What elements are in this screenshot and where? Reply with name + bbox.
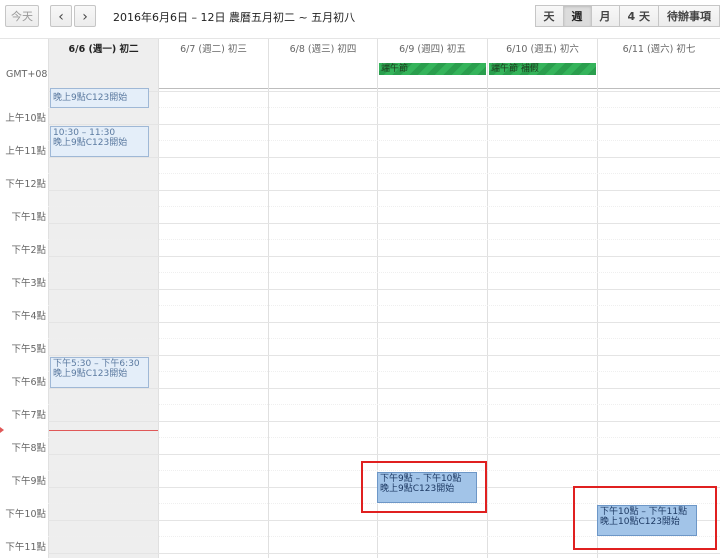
hour-label: 下午2點 [11,245,46,256]
day-header-fri[interactable]: 6/10 (週五) 初六 [487,39,597,61]
event-time: 10:30 – 11:30 [53,128,116,138]
half-hour-line [48,173,720,174]
hour-label: 上午11點 [5,146,46,157]
event-title: 晚上9點C123開始 [53,369,128,379]
half-hour-line [48,239,720,240]
half-hour-line [48,305,720,306]
view-week-button[interactable]: 週 [563,5,592,27]
hour-line [48,190,720,191]
hour-label: 下午12點 [5,179,46,190]
day-header-wed[interactable]: 6/8 (週三) 初四 [268,39,377,61]
view-switcher: 天 週 月 4 天 待辦事項 [534,5,720,27]
event-title: 晚上9點C123開始 [53,93,128,103]
hour-label: 下午8點 [11,443,46,454]
allday-cell-wed[interactable] [268,61,377,89]
hour-line [48,256,720,257]
allday-event-dragon-boat-holiday[interactable]: 端午節 補假 [489,63,596,75]
chevron-left-icon: ‹ [58,9,64,25]
hour-label: 下午1點 [11,212,46,223]
hour-line [48,421,720,422]
highlight-box [573,486,717,550]
event-title: 晚上9點C123開始 [53,138,128,148]
current-time-line [49,430,158,431]
hour-label: 下午5點 [11,344,46,355]
hour-line [48,223,720,224]
half-hour-line [48,272,720,273]
allday-cell-mon[interactable] [48,61,158,89]
day-header-mon[interactable]: 6/6 (週一) 初二 [48,39,158,61]
hour-label: 上午10點 [5,113,46,124]
hour-label: 下午6點 [11,377,46,388]
event-block[interactable]: 晚上9點C123開始 [50,88,149,108]
hour-label: 下午10點 [5,509,46,520]
half-hour-line [48,404,720,405]
hour-line [48,388,720,389]
next-week-button[interactable]: › [74,5,96,27]
date-range-title: 2016年6月6日 – 12日 農曆五月初二 ~ 五月初八 [113,11,356,24]
current-time-marker [0,427,4,433]
hour-line [48,322,720,323]
event-time: 下午5:30 – 下午6:30 [53,359,140,369]
chevron-right-icon: › [82,9,88,25]
timezone-label: GMT+08 [6,69,48,80]
allday-cell-sat[interactable] [597,61,720,89]
hour-label: 下午11點 [5,542,46,553]
hour-line [48,157,720,158]
hour-label: 下午9點 [11,476,46,487]
time-grid: 上午10點 上午11點 下午12點 下午1點 下午2點 下午3點 下午4點 下午… [0,88,720,558]
hour-label: 下午7點 [11,410,46,421]
allday-cell-tue[interactable] [158,61,268,89]
previous-week-button[interactable]: ‹ [50,5,72,27]
hour-label: 下午4點 [11,311,46,322]
hour-line [48,289,720,290]
view-agenda-button[interactable]: 待辦事項 [659,5,720,27]
day-header-thu[interactable]: 6/9 (週四) 初五 [377,39,487,61]
hour-line [48,454,720,455]
half-hour-line [48,338,720,339]
view-4day-button[interactable]: 4 天 [619,5,659,27]
week-header: 6/6 (週一) 初二 6/7 (週二) 初三 6/8 (週三) 初四 6/9 … [0,38,720,89]
event-block[interactable]: 10:30 – 11:30 晚上9點C123開始 [50,126,149,157]
toolbar: 今天 ‹ › 2016年6月6日 – 12日 農曆五月初二 ~ 五月初八 天 週… [0,0,720,34]
hour-line [48,124,720,125]
half-hour-line [48,437,720,438]
hour-line [48,553,720,554]
half-hour-line [48,206,720,207]
event-block[interactable]: 下午5:30 – 下午6:30 晚上9點C123開始 [50,357,149,388]
hour-label: 下午3點 [11,278,46,289]
hour-line [48,355,720,356]
view-day-button[interactable]: 天 [534,5,564,27]
allday-event-dragon-boat[interactable]: 端午節 [379,63,486,75]
day-header-tue[interactable]: 6/7 (週二) 初三 [158,39,268,61]
view-month-button[interactable]: 月 [591,5,620,27]
today-button[interactable]: 今天 [5,5,39,27]
day-header-sat[interactable]: 6/11 (週六) 初七 [597,39,720,61]
highlight-box [361,461,487,513]
